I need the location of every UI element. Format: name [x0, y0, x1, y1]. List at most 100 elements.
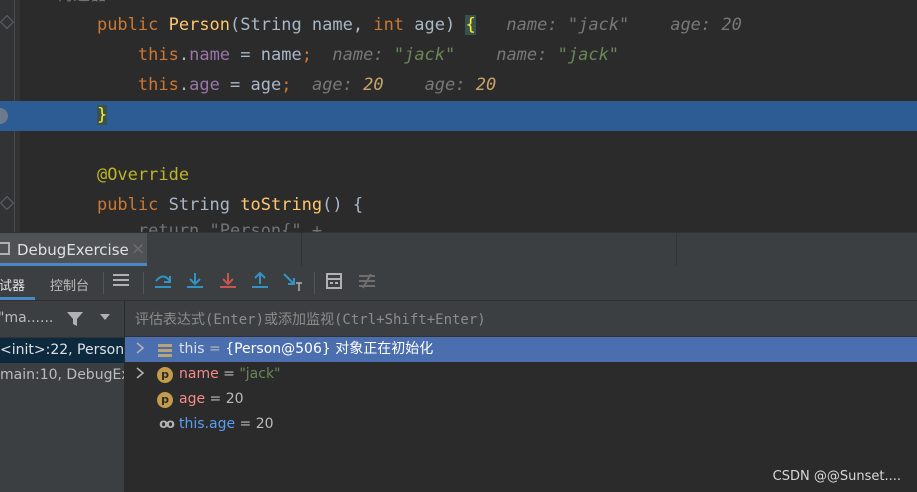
- code-token: .: [178, 45, 190, 65]
- code-line[interactable]: }: [56, 100, 108, 130]
- variable-text: name = "jack": [179, 362, 281, 387]
- toolbar-divider: [103, 272, 104, 294]
- variable-text: age = 20: [179, 387, 244, 412]
- code-token: Person: [168, 15, 231, 35]
- variable-row[interactable]: p age = 20: [125, 387, 917, 412]
- code-token: "jack": [557, 45, 620, 65]
- code-token: age: [189, 75, 220, 95]
- tab-debugexercise[interactable]: DebugExercise ×: [0, 233, 147, 266]
- code-token: public: [96, 195, 169, 215]
- chevron-right-icon[interactable]: [135, 337, 147, 362]
- fold-marker-icon[interactable]: [0, 195, 15, 211]
- variable-equals: =: [205, 391, 226, 407]
- code-token: name:: [475, 15, 568, 35]
- object-icon: [157, 342, 173, 358]
- toolbar-divider: [143, 272, 144, 294]
- field-icon: p: [157, 392, 173, 408]
- step-into-icon[interactable]: [184, 272, 206, 294]
- tab-divider: [676, 233, 677, 266]
- force-step-into-icon[interactable]: [217, 272, 239, 294]
- tab-divider: [301, 233, 302, 266]
- field-icon: p: [157, 367, 173, 383]
- execution-point-line: [0, 101, 917, 131]
- code-token: ;: [281, 75, 292, 95]
- layout-icon[interactable]: [110, 272, 132, 294]
- code-token: "jack": [567, 15, 630, 35]
- variable-name: this.age: [179, 416, 236, 432]
- debug-toolbar: 调试器 控制台: [0, 266, 917, 301]
- step-out-icon[interactable]: [249, 271, 271, 294]
- variable-equals: =: [235, 416, 256, 432]
- chevron-down-icon[interactable]: [99, 311, 111, 325]
- thread-selector[interactable]: "ma......: [0, 301, 124, 338]
- watermark: CSDN @@Sunset....: [772, 469, 901, 484]
- debug-tab-bar: DebugExercise ×: [0, 232, 917, 266]
- code-line[interactable]: this.age = age; age: 20 age: 20: [56, 70, 496, 100]
- stack-frame[interactable]: <init>:22, Person: [0, 338, 124, 363]
- code-token: public: [96, 15, 169, 35]
- evaluate-icon[interactable]: [323, 272, 345, 294]
- evaluate-expression-field[interactable]: 评估表达式(Enter)或添加监视(Ctrl+Shift+Enter): [125, 301, 917, 337]
- run-config-icon: [0, 242, 10, 255]
- variable-value: {Person@506} 对象正在初始化: [225, 341, 434, 357]
- code-token: age: 20: [629, 15, 742, 35]
- code-line[interactable]: this.name = name; name: "jack" name: "ja…: [56, 40, 619, 70]
- code-token: () {: [322, 195, 364, 215]
- code-line[interactable]: public Person(String name, int age) { na…: [56, 10, 742, 40]
- variable-text: this.age = 20: [179, 412, 274, 437]
- variable-value: "jack": [239, 366, 281, 382]
- code-token: name: [189, 45, 231, 65]
- variable-value: 20: [255, 416, 274, 432]
- code-token: String: [168, 195, 241, 215]
- code-token: name:: [311, 45, 394, 65]
- variable-equals: =: [218, 366, 240, 382]
- variable-name: age: [179, 391, 206, 407]
- code-token: 20: [475, 75, 497, 95]
- code-token: "jack": [393, 45, 456, 65]
- trace-icon[interactable]: [356, 272, 378, 294]
- filter-icon[interactable]: [66, 310, 84, 332]
- code-token: age:: [291, 75, 364, 95]
- step-over-icon[interactable]: [152, 272, 174, 294]
- code-token: int: [373, 15, 415, 35]
- code-token: @Override: [96, 165, 190, 185]
- code-token: age:: [383, 75, 476, 95]
- variable-row[interactable]: this = {Person@506} 对象正在初始化: [125, 337, 917, 362]
- code-token: this: [137, 45, 179, 65]
- close-icon[interactable]: ×: [131, 239, 145, 259]
- frames-panel: "ma...... <init>:22, Person main:10, Debu…: [0, 301, 125, 492]
- watch-icon: oo: [159, 417, 175, 432]
- code-line[interactable]: @Override: [56, 160, 189, 190]
- stack-frame[interactable]: main:10, DebugEx: [0, 363, 124, 388]
- code-token: = name: [230, 45, 302, 65]
- code-token: ;: [301, 45, 312, 65]
- code-line-cut-top: 构造器: [56, 0, 107, 10]
- toolbar-divider: [314, 272, 315, 294]
- variable-value: 20: [225, 391, 244, 407]
- code-token: toString: [240, 195, 323, 215]
- variable-row[interactable]: p name = "jack": [125, 362, 917, 387]
- run-to-cursor-icon[interactable]: [282, 272, 304, 294]
- tab-debugger-label: 调试器: [0, 279, 26, 294]
- variable-row[interactable]: oo this.age = 20: [125, 412, 917, 437]
- variable-name: name: [179, 366, 219, 382]
- tab-console[interactable]: 控制台: [50, 275, 89, 294]
- chevron-right-icon[interactable]: [135, 362, 147, 387]
- fold-marker-icon[interactable]: [0, 14, 15, 30]
- code-token: name:: [455, 45, 558, 65]
- code-token: {: [465, 15, 476, 35]
- code-token: }: [96, 105, 108, 125]
- variable-name: this: [179, 341, 205, 357]
- code-token: .: [178, 75, 190, 95]
- code-token: (String name,: [230, 15, 374, 35]
- tab-debugger[interactable]: 调试器: [0, 266, 35, 300]
- code-editor[interactable]: 构造器 public Person(String name, int age) …: [0, 0, 917, 232]
- code-line-cut-bottom: return "Person{" +: [56, 221, 323, 232]
- code-token: age): [414, 15, 466, 35]
